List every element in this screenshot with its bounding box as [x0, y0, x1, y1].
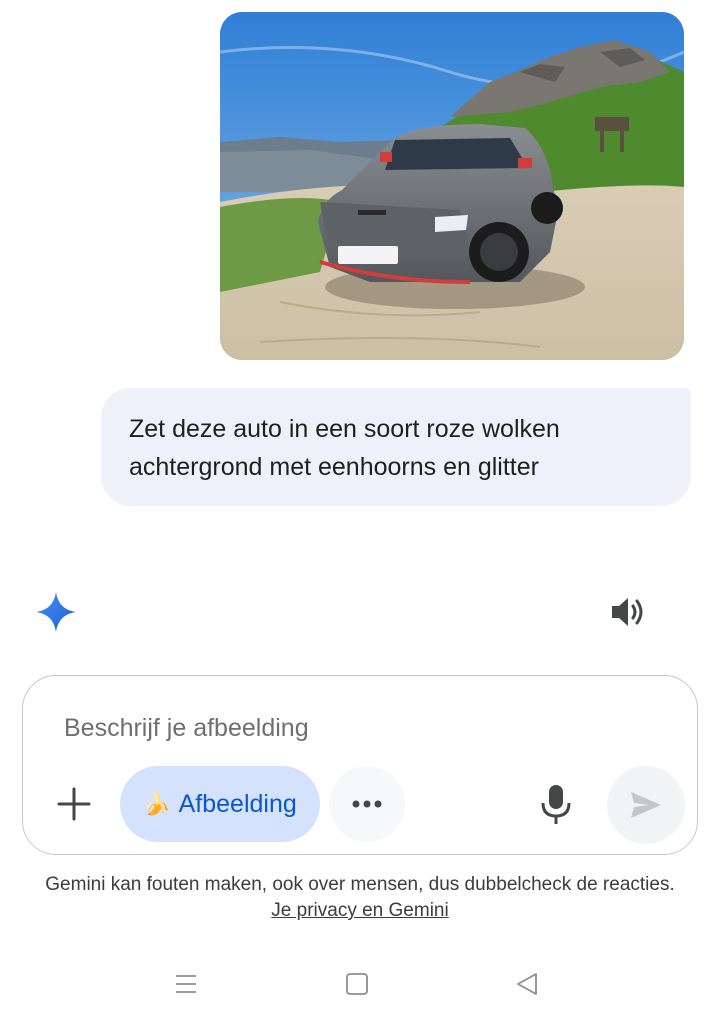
microphone-button[interactable] — [536, 782, 576, 828]
image-mode-chip[interactable]: 🍌 Afbeelding — [120, 766, 320, 842]
menu-icon — [176, 975, 196, 993]
prompt-composer: Beschrijf je afbeelding 🍌 Afbeelding — [22, 675, 698, 855]
plus-icon — [57, 787, 91, 821]
square-icon — [346, 973, 368, 995]
user-message-text: Zet deze auto in een soort roze wolken a… — [129, 415, 560, 481]
send-icon — [631, 792, 661, 818]
user-uploaded-image[interactable] — [220, 12, 684, 360]
more-dots-icon — [352, 800, 382, 808]
back-triangle-icon — [517, 973, 537, 995]
disclaimer-text: Gemini kan fouten maken, ook over mensen… — [45, 874, 675, 895]
back-button[interactable] — [514, 971, 540, 997]
disclaimer: Gemini kan fouten maken, ook over mensen… — [40, 872, 680, 924]
gemini-sparkle-icon — [34, 590, 78, 634]
privacy-link[interactable]: Je privacy en Gemini — [271, 900, 448, 921]
user-message-bubble: Zet deze auto in een soort roze wolken a… — [101, 388, 691, 506]
home-button[interactable] — [345, 972, 369, 996]
prompt-input[interactable]: Beschrijf je afbeelding — [64, 714, 309, 743]
send-button[interactable] — [607, 766, 685, 844]
car-photo-illustration — [220, 12, 684, 360]
microphone-icon — [541, 785, 571, 824]
recent-apps-button[interactable] — [174, 972, 198, 996]
add-attachment-button[interactable] — [53, 783, 95, 825]
more-options-button[interactable] — [329, 766, 405, 842]
volume-icon[interactable] — [609, 595, 647, 629]
image-mode-label: Afbeelding — [178, 789, 297, 818]
banana-icon: 🍌 — [143, 791, 171, 816]
